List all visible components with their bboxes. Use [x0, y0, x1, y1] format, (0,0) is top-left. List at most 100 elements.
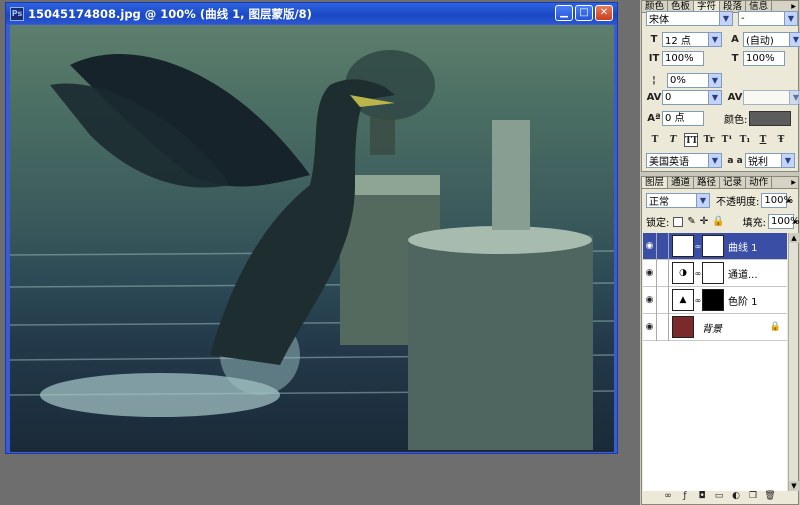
eye-icon[interactable]: ◉: [643, 259, 657, 287]
tab-channels[interactable]: 通道: [668, 177, 695, 188]
strikethrough-button[interactable]: Ŧ: [774, 133, 788, 147]
chevron-down-icon: ▼: [708, 154, 721, 167]
blend-mode-value: 正常: [649, 197, 669, 208]
background-thumbnail: [672, 316, 694, 338]
layer-list: ◉ ⟋ ∞ 曲线 1 ◉ ◑ ∞ 通道... ◉ ▲ ∞ 色阶 1 ◉ 背景 🔒: [643, 232, 787, 491]
scroll-up-icon[interactable]: ▲: [789, 233, 799, 243]
panel-menu-icon[interactable]: ▸: [789, 177, 798, 188]
lock-icon: 🔒: [769, 322, 781, 332]
layer-mask-thumbnail[interactable]: [702, 262, 724, 284]
lock-transparency-icon[interactable]: [673, 216, 684, 227]
chevron-down-icon: ▼: [719, 12, 732, 25]
language-value: 美国英语: [649, 157, 689, 168]
font-size-select[interactable]: 12 点 ▼: [662, 32, 722, 47]
chevron-down-icon: ▼: [708, 74, 721, 87]
link-icon[interactable]: ∞: [694, 242, 702, 251]
eye-icon[interactable]: ◉: [643, 286, 657, 314]
close-button[interactable]: ✕: [595, 5, 613, 21]
tab-history[interactable]: 记录: [720, 177, 747, 188]
layers-panel: 图层 通道 路径 记录 动作 ▸ 正常 ▼ 不透明度: 100% ▸ 锁定: ✎…: [641, 176, 800, 505]
document-titlebar[interactable]: Ps 15045174808.jpg @ 100% (曲线 1, 图层蒙版/8)…: [6, 3, 617, 24]
text-color-swatch[interactable]: [749, 111, 792, 126]
lock-position-icon[interactable]: ✛: [700, 216, 708, 227]
character-panel: 颜色 色板 字符 段落 信息 ▸ 宋体 ▼ - ▼ T 12 点 ▼ A (自动…: [641, 0, 800, 172]
leading-icon: A: [731, 34, 739, 45]
lock-image-icon[interactable]: ✎: [687, 216, 695, 227]
new-layer-icon[interactable]: ❐: [747, 491, 759, 502]
layers-scrollbar[interactable]: ▲ ▼: [788, 233, 799, 491]
underline-button[interactable]: T: [756, 133, 770, 147]
leading-select[interactable]: (自动) ▼: [743, 32, 800, 47]
layer-name: 曲线 1: [728, 242, 758, 254]
baseline-shift-field[interactable]: 0 点: [662, 111, 704, 126]
delete-layer-icon[interactable]: 🗑: [764, 491, 776, 502]
minimize-icon: ▁: [560, 7, 568, 18]
new-adjustment-layer-icon[interactable]: ◐: [730, 491, 742, 502]
layer-row-channel-mixer[interactable]: ◉ ◑ ∞ 通道...: [643, 259, 787, 287]
eye-icon[interactable]: ◉: [643, 232, 657, 260]
horizontal-scale-field[interactable]: 100%: [743, 51, 785, 66]
curves-adjustment-icon: ⟋: [672, 235, 694, 257]
tracking-select[interactable]: 0 ▼: [662, 90, 722, 105]
font-style-select[interactable]: - ▼: [738, 11, 798, 26]
tracking-kern-select[interactable]: 0% ▼: [667, 73, 722, 88]
add-mask-icon[interactable]: ◘: [696, 491, 708, 502]
font-family-select[interactable]: 宋体 ▼: [646, 11, 733, 26]
link-layers-icon[interactable]: ∞: [662, 491, 674, 502]
faux-italic-button[interactable]: T: [666, 133, 680, 147]
layers-panel-tabs: 图层 通道 路径 记录 动作 ▸: [642, 177, 798, 189]
kern-select[interactable]: ▼: [743, 90, 800, 105]
opacity-field[interactable]: 100%: [761, 193, 793, 208]
layer-mask-thumbnail[interactable]: [702, 289, 724, 311]
document-window[interactable]: Ps 15045174808.jpg @ 100% (曲线 1, 图层蒙版/8)…: [5, 2, 618, 454]
layer-name: 色阶 1: [728, 296, 758, 308]
chevron-down-icon: ▼: [789, 33, 800, 46]
tracking-kern-value: 0%: [670, 75, 686, 86]
tab-actions[interactable]: 动作: [746, 177, 773, 188]
fill-field[interactable]: 100%: [767, 214, 800, 229]
tab-layers[interactable]: 图层: [642, 177, 669, 188]
layers-footer: ∞ ƒ ◘ ▭ ◐ ❐ 🗑: [662, 491, 776, 502]
font-size-icon: T: [650, 34, 658, 45]
small-caps-button[interactable]: Tr: [702, 133, 716, 147]
fill-slider-arrow-icon[interactable]: ▸: [794, 217, 798, 226]
blend-mode-select[interactable]: 正常 ▼: [646, 193, 710, 208]
antialias-select[interactable]: 锐利 ▼: [745, 153, 795, 168]
layer-row-background[interactable]: ◉ 背景 🔒: [643, 313, 787, 341]
font-family-value: 宋体: [649, 15, 669, 26]
tracking-icon: AV: [646, 92, 662, 103]
vertical-scale-field[interactable]: 100%: [662, 51, 704, 66]
chevron-down-icon: ▼: [708, 33, 721, 46]
layer-row-curves[interactable]: ◉ ⟋ ∞ 曲线 1: [643, 232, 787, 260]
layer-style-icon[interactable]: ƒ: [679, 491, 691, 502]
layer-mask-thumbnail[interactable]: [702, 235, 724, 257]
faux-bold-button[interactable]: T: [648, 133, 662, 147]
subscript-button[interactable]: T₁: [738, 133, 752, 147]
scroll-down-icon[interactable]: ▼: [789, 481, 799, 491]
color-label: 颜色:: [724, 115, 748, 126]
minimize-button[interactable]: ▁: [555, 5, 573, 21]
tab-paths[interactable]: 路径: [694, 177, 721, 188]
opacity-slider-arrow-icon[interactable]: ▸: [787, 196, 791, 205]
document-title: 15045174808.jpg @ 100% (曲线 1, 图层蒙版/8): [28, 6, 312, 21]
image-canvas[interactable]: [10, 25, 614, 452]
opacity-label: 不透明度:: [716, 197, 760, 208]
maximize-button[interactable]: □: [575, 5, 593, 21]
new-group-icon[interactable]: ▭: [713, 491, 725, 502]
antialias-value: 锐利: [748, 157, 768, 168]
link-icon[interactable]: ∞: [694, 296, 702, 305]
eye-icon[interactable]: ◉: [643, 313, 657, 341]
layer-row-levels[interactable]: ◉ ▲ ∞ 色阶 1: [643, 286, 787, 314]
chevron-down-icon: ▼: [784, 12, 797, 25]
levels-adjustment-icon: ▲: [672, 289, 694, 311]
chevron-down-icon: ▼: [696, 194, 709, 207]
font-style-buttons: T T TT Tr T¹ T₁ T Ŧ: [648, 133, 788, 147]
all-caps-button[interactable]: TT: [684, 133, 698, 147]
font-style-value: -: [741, 13, 745, 24]
kerning-icon: ¦: [652, 75, 656, 86]
superscript-button[interactable]: T¹: [720, 133, 734, 147]
photo-cormorant-on-posts: [10, 50, 614, 450]
link-icon[interactable]: ∞: [694, 269, 702, 278]
language-select[interactable]: 美国英语 ▼: [646, 153, 722, 168]
lock-all-icon[interactable]: 🔒: [712, 216, 724, 227]
